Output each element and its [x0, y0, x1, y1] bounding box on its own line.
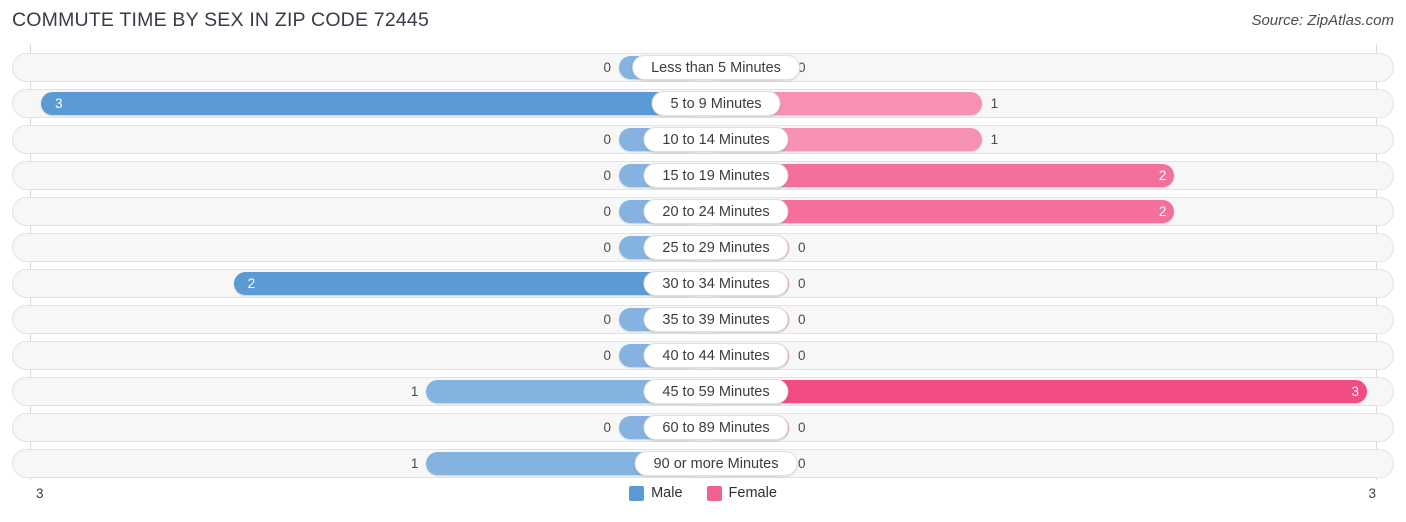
chart-row-inner: 0 0 60 to 89 Minutes: [13, 414, 1393, 441]
bar-value-male: 0: [603, 312, 611, 327]
chart-row-inner: 0 0 Less than 5 Minutes: [13, 54, 1393, 81]
bar-value-female: 0: [798, 312, 806, 327]
bar-value-male: 0: [603, 168, 611, 183]
chart-row-inner: 0 2 20 to 24 Minutes: [13, 198, 1393, 225]
bar-value-male: 0: [603, 60, 611, 75]
bar-value-female: 0: [798, 240, 806, 255]
chart-row: 0 2 15 to 19 Minutes: [12, 161, 1394, 190]
bar-value-female: 0: [798, 420, 806, 435]
chart-row: 1 3 45 to 59 Minutes: [12, 377, 1394, 406]
bar-value-male: 1: [410, 456, 419, 471]
chart-row: 0 0 Less than 5 Minutes: [12, 53, 1394, 82]
bar-value-female: 1: [990, 96, 999, 111]
chart-row-inner: 0 0 35 to 39 Minutes: [13, 306, 1393, 333]
legend-item-female[interactable]: Female: [706, 485, 777, 501]
chart-row: 1 0 90 or more Minutes: [12, 449, 1394, 478]
bar-male[interactable]: [233, 272, 704, 295]
legend-label-female: Female: [728, 485, 777, 501]
chart-plot-area: 0 0 Less than 5 Minutes 3 1 5 to 9 Minutes 0 1 1…: [0, 44, 1406, 480]
chart-header: COMMUTE TIME BY SEX IN ZIP CODE 72445 So…: [0, 0, 1406, 44]
chart-row: 0 0 60 to 89 Minutes: [12, 413, 1394, 442]
bar-value-female: 2: [1158, 168, 1167, 183]
bar-value-male: 2: [247, 276, 256, 291]
chart-row-inner: 0 2 15 to 19 Minutes: [13, 162, 1393, 189]
chart-row-inner: 0 0 40 to 44 Minutes: [13, 342, 1393, 369]
category-label: 60 to 89 Minutes: [643, 415, 789, 440]
page-title: COMMUTE TIME BY SEX IN ZIP CODE 72445: [12, 9, 430, 31]
chart-row: 0 0 35 to 39 Minutes: [12, 305, 1394, 334]
bar-value-male: 0: [603, 240, 611, 255]
bar-value-female: 1: [990, 132, 999, 147]
bar-value-female: 0: [798, 348, 806, 363]
chart-row-inner: 1 3 45 to 59 Minutes: [13, 378, 1393, 405]
chart-legend: Male Female: [0, 485, 1406, 501]
category-label: 5 to 9 Minutes: [651, 91, 781, 116]
legend-swatch-male-icon: [629, 485, 645, 501]
category-label: 25 to 29 Minutes: [643, 235, 789, 260]
chart-row: 2 0 30 to 34 Minutes: [12, 269, 1394, 298]
legend-swatch-female-icon: [706, 485, 722, 501]
bar-value-male: 0: [603, 132, 611, 147]
chart-row: 0 0 25 to 29 Minutes: [12, 233, 1394, 262]
legend-item-male[interactable]: Male: [629, 485, 683, 501]
category-label: Less than 5 Minutes: [632, 55, 800, 80]
category-label: 10 to 14 Minutes: [643, 127, 789, 152]
bar-female[interactable]: [704, 380, 1367, 403]
category-label: 15 to 19 Minutes: [643, 163, 789, 188]
category-label: 90 or more Minutes: [634, 451, 798, 476]
bar-value-female: 2: [1158, 204, 1167, 219]
bar-male[interactable]: [41, 92, 704, 115]
category-label: 30 to 34 Minutes: [643, 271, 789, 296]
category-label: 45 to 59 Minutes: [643, 379, 789, 404]
bar-value-female: 3: [1351, 384, 1359, 399]
bar-value-male: 0: [603, 348, 611, 363]
bar-value-male: 3: [55, 96, 63, 111]
chart-row: 0 2 20 to 24 Minutes: [12, 197, 1394, 226]
chart-row-inner: 3 1 5 to 9 Minutes: [13, 90, 1393, 117]
chart-row-inner: 1 0 90 or more Minutes: [13, 450, 1393, 477]
chart-row-inner: 0 0 25 to 29 Minutes: [13, 234, 1393, 261]
bar-value-male: 1: [410, 384, 419, 399]
category-label: 40 to 44 Minutes: [643, 343, 789, 368]
bar-value-female: 0: [798, 456, 806, 471]
chart-row-inner: 0 1 10 to 14 Minutes: [13, 126, 1393, 153]
chart-row-inner: 2 0 30 to 34 Minutes: [13, 270, 1393, 297]
bar-value-female: 0: [798, 60, 806, 75]
bar-value-male: 0: [603, 204, 611, 219]
bar-value-female: 0: [798, 276, 806, 291]
chart-row: 0 1 10 to 14 Minutes: [12, 125, 1394, 154]
category-label: 20 to 24 Minutes: [643, 199, 789, 224]
chart-footer: 3 3 Male Female: [0, 480, 1406, 522]
legend-label-male: Male: [651, 485, 683, 501]
bar-value-male: 0: [603, 420, 611, 435]
source-attribution: Source: ZipAtlas.com: [1251, 12, 1394, 29]
chart-row: 3 1 5 to 9 Minutes: [12, 89, 1394, 118]
category-label: 35 to 39 Minutes: [643, 307, 789, 332]
chart-row: 0 0 40 to 44 Minutes: [12, 341, 1394, 370]
